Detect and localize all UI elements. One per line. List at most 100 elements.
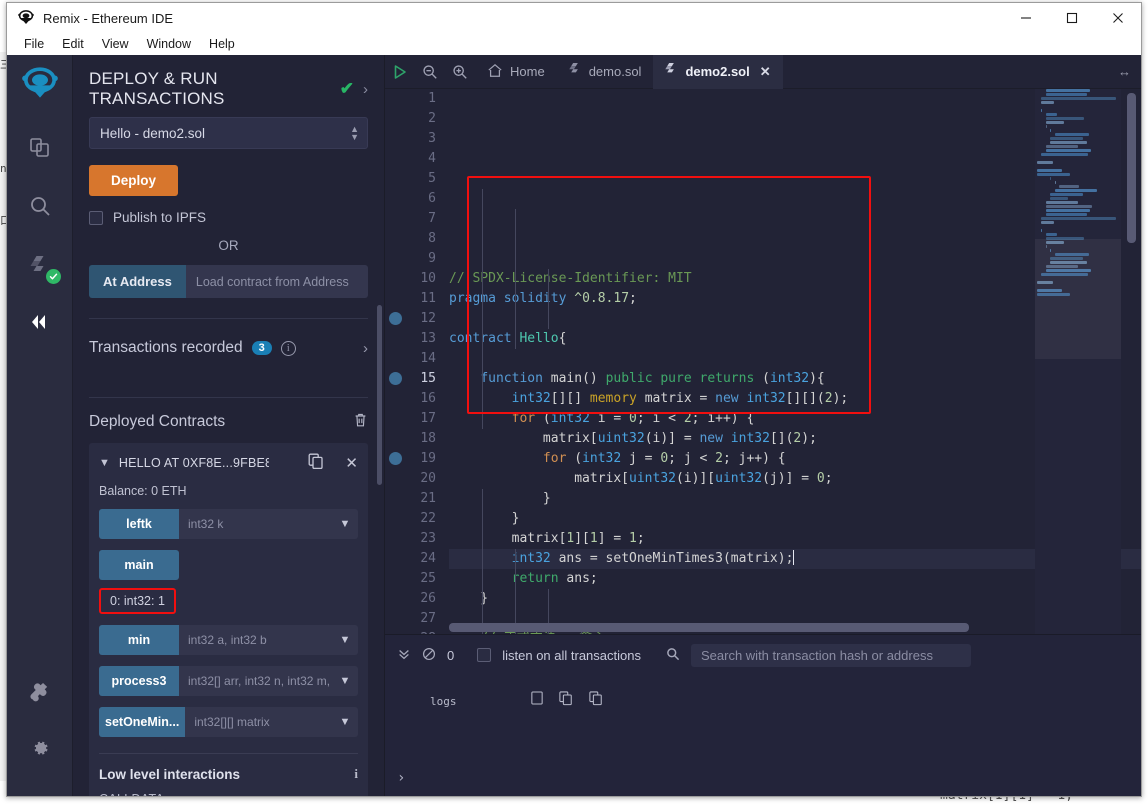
- contract-select[interactable]: Hello - demo2.sol: [89, 117, 368, 149]
- contract-card-header[interactable]: ▼ HELLO AT 0XF8E...9FBE8 (MEMORY) ✕: [99, 453, 358, 473]
- deploy-run-icon[interactable]: [20, 302, 60, 342]
- file-explorer-icon[interactable]: [20, 128, 60, 168]
- function-button-min[interactable]: min: [99, 625, 179, 655]
- terminal-prompt[interactable]: ›: [385, 760, 1141, 796]
- window-title: Remix - Ethereum IDE: [43, 10, 174, 26]
- at-address-button[interactable]: At Address: [89, 265, 186, 298]
- terminal-collapse-icon[interactable]: [397, 647, 411, 664]
- menu-item-edit[interactable]: Edit: [53, 35, 93, 53]
- menu-item-window[interactable]: Window: [138, 35, 200, 53]
- close-contract-icon[interactable]: ✕: [345, 454, 358, 472]
- minimap-line: [1041, 229, 1043, 232]
- low-level-title: Low level interactions: [99, 766, 241, 782]
- line-number: 13: [420, 331, 436, 346]
- solidity-compiler-icon[interactable]: [20, 244, 61, 284]
- deploy-button[interactable]: Deploy: [89, 165, 179, 196]
- menu-item-view[interactable]: View: [93, 35, 138, 53]
- function-input-min[interactable]: int32 a, int32 b: [179, 625, 332, 655]
- line-number: 25: [420, 571, 436, 586]
- function-button-setonemintimes3[interactable]: setOneMin...: [99, 707, 186, 737]
- editor-horizontal-scrollbar[interactable]: [449, 623, 969, 632]
- code-editor[interactable]: 1 2 3 4 5 6 7 8 9 10 11 12 13 14 15 16 17 18 19 20 21 22 23 24 2…: [385, 89, 1141, 634]
- low-level-header: Low level interactions i: [99, 766, 358, 782]
- minimap-line: [1050, 137, 1083, 140]
- tab-demo2-sol[interactable]: demo2.sol ✕: [653, 54, 783, 89]
- tab-home[interactable]: Home: [475, 55, 557, 89]
- terminal-search-icon[interactable]: [666, 647, 680, 664]
- terminal-clear-icon[interactable]: [422, 647, 436, 664]
- function-expand-chevron-process3-icon[interactable]: ▼: [332, 666, 358, 696]
- line-number: 16: [420, 391, 436, 406]
- copy-icon[interactable]: [559, 691, 573, 709]
- panel-expand-chevron-icon[interactable]: ›: [363, 81, 368, 98]
- terminal-output-icon[interactable]: [531, 691, 543, 709]
- line-number: 10: [420, 271, 436, 286]
- close-button[interactable]: [1095, 3, 1141, 33]
- minimap-line: [1054, 133, 1090, 136]
- minimap-line: [1041, 101, 1054, 104]
- publish-ipfs-checkbox[interactable]: [89, 210, 103, 225]
- chevron-down-icon[interactable]: ▼: [99, 457, 110, 469]
- breakpoint-gutter[interactable]: [385, 89, 407, 634]
- minimap-line: [1045, 117, 1084, 120]
- publish-ipfs-row[interactable]: Publish to IPFS: [89, 210, 368, 225]
- function-button-leftk[interactable]: leftk: [99, 509, 179, 539]
- function-button-main[interactable]: main: [99, 550, 179, 580]
- search-icon[interactable]: [20, 186, 60, 226]
- at-address-input[interactable]: [185, 265, 368, 298]
- line-number-gutter: 1 2 3 4 5 6 7 8 9 10 11 12 13 14 15 16 17 18 19 20 21 22 23 24 2…: [407, 89, 445, 634]
- line-number: 2: [428, 111, 436, 126]
- or-separator-label: OR: [218, 238, 239, 253]
- maximize-button[interactable]: [1049, 3, 1095, 33]
- plugin-manager-icon[interactable]: [20, 674, 60, 714]
- function-expand-chevron-setonemintimes3-icon[interactable]: ▼: [332, 707, 358, 737]
- function-input-setonemintimes3[interactable]: int32[][] matrix: [185, 707, 332, 737]
- panel-scrollbar[interactable]: [377, 305, 382, 485]
- minimap-line: [1050, 129, 1052, 132]
- copy-icon[interactable]: [308, 453, 324, 473]
- window-controls: [1003, 3, 1141, 33]
- tab-close-icon[interactable]: ✕: [760, 64, 771, 80]
- deployed-contracts-header: Deployed Contracts: [89, 398, 368, 443]
- transactions-expand-chevron-icon[interactable]: ›: [363, 340, 368, 357]
- zoom-out-icon[interactable]: [415, 55, 445, 89]
- trash-icon[interactable]: [353, 412, 368, 431]
- function-expand-chevron-leftk-icon[interactable]: ▼: [332, 509, 358, 539]
- minimap-line: [1045, 209, 1090, 212]
- remix-logo-icon: [17, 9, 35, 27]
- breakpoint-marker[interactable]: [389, 372, 402, 385]
- run-script-icon[interactable]: [385, 55, 415, 89]
- panel-scroll-region: Hello - demo2.sol ▲ ▼ Deploy Publish to I…: [73, 99, 384, 796]
- info-icon[interactable]: i: [280, 340, 296, 356]
- function-expand-chevron-min-icon[interactable]: ▼: [332, 625, 358, 655]
- zoom-in-icon[interactable]: [445, 55, 475, 89]
- function-button-process3[interactable]: process3: [99, 666, 179, 696]
- editor-minimap[interactable]: [1035, 89, 1121, 634]
- minimap-line: [1041, 221, 1054, 224]
- minimize-button[interactable]: [1003, 3, 1049, 33]
- tab-demo-sol[interactable]: demo.sol: [557, 55, 654, 89]
- remix-rail-logo-icon[interactable]: [20, 65, 60, 108]
- low-level-info-icon[interactable]: i: [354, 766, 358, 782]
- breakpoint-marker[interactable]: [389, 312, 402, 325]
- menu-item-help[interactable]: Help: [200, 35, 244, 53]
- menu-item-file[interactable]: File: [15, 35, 53, 53]
- listen-all-transactions-label: listen on all transactions: [502, 647, 641, 663]
- editor-expand-icon[interactable]: ↔: [1118, 64, 1131, 79]
- transactions-recorded-row[interactable]: Transactions recorded 3 i ›: [89, 319, 368, 377]
- breakpoint-marker[interactable]: [389, 452, 402, 465]
- function-row-min: min int32 a, int32 b ▼: [99, 625, 358, 655]
- minimap-slider[interactable]: [1035, 239, 1121, 359]
- listen-all-transactions-checkbox[interactable]: [477, 648, 492, 662]
- copy-all-icon[interactable]: [589, 691, 603, 709]
- line-number: 19: [420, 451, 436, 466]
- terminal-search-input[interactable]: [690, 643, 971, 667]
- line-number: 9: [428, 251, 436, 266]
- line-number: 4: [428, 151, 436, 166]
- function-input-process3[interactable]: int32[] arr, int32 n, int32 m, int3: [179, 666, 332, 696]
- editor-vertical-scrollbar[interactable]: [1127, 93, 1136, 243]
- minimap-line: [1041, 109, 1043, 112]
- contract-select-wrap: Hello - demo2.sol ▲ ▼: [89, 117, 368, 149]
- function-input-leftk[interactable]: int32 k: [179, 509, 332, 539]
- settings-gear-icon[interactable]: [20, 728, 60, 768]
